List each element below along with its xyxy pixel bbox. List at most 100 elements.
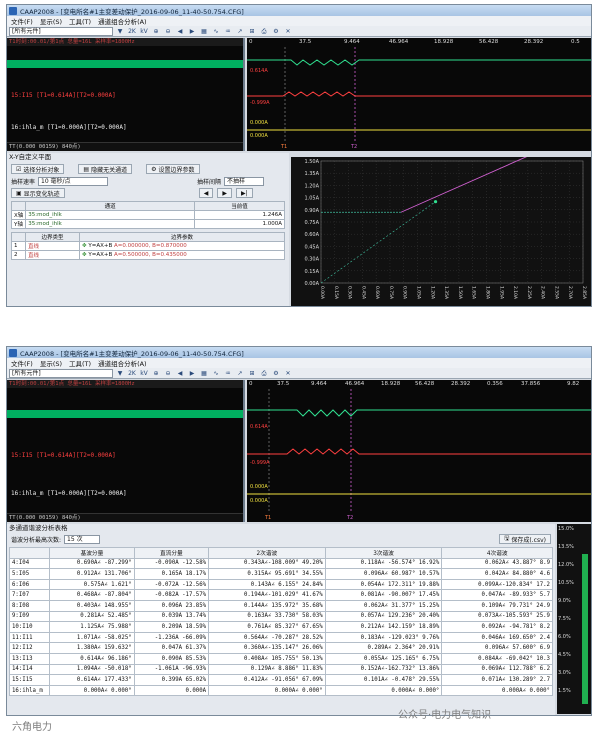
table-row[interactable]: 9:I09 0.281A∠ 52.485° 0.039A 13.74% 0.163A∠… xyxy=(8,610,553,623)
vector-icon[interactable]: ↗ xyxy=(235,27,245,36)
waveform-plot[interactable]: 0 37.5 9.464 46.964 18.928 56.428 28.392… xyxy=(247,380,591,522)
table-row[interactable]: X轴 35:mod_ihlk 1.246A xyxy=(10,210,285,220)
harmonic-cell: -1.061A -96.93% xyxy=(133,663,210,676)
table-row[interactable]: 1 直线 ✥ Y=AX+B A=0.000000, B=0.870000 xyxy=(11,241,285,251)
harmonic-cell: 0.412A∠ -91.056° 67.09% xyxy=(208,674,326,686)
xy-plane-svg: 1.50A 1.35A 1.20A 1.05A 0.90A 0.75A 0.60A 0.45A… xyxy=(304,131,587,300)
channel-label-ihla[interactable]: 16:ihla_m [T1=0.000A][T2=0.000A] xyxy=(11,124,127,131)
grid-icon[interactable]: ▦ xyxy=(199,27,209,36)
table-row[interactable]: 15:I15 0.614A∠ 177.433° 0.399A 65.02% 0.412… xyxy=(8,674,553,686)
harmonic-icon[interactable]: ♒ xyxy=(223,27,233,36)
table-row[interactable]: 2 直线 ✥ Y=AX+B A=0.500000, B=0.435000 xyxy=(11,250,285,260)
zoom-in-icon[interactable]: ⊕ xyxy=(151,369,161,378)
table-row[interactable]: 6:I06 0.575A∠ 1.621° -0.072A -12.56% 0.143A… xyxy=(8,578,553,591)
harmonic-side-svg: 15.0% 13.5% 12.0% 10.5% 9.0% 7.5% 6.0% 4.5% 3.0%… xyxy=(558,526,588,704)
cursor-t1-label[interactable]: T1 xyxy=(281,144,287,150)
vector-icon[interactable]: ↗ xyxy=(235,369,245,378)
select-object-button[interactable]: ☑ 选择分析对象 xyxy=(11,164,65,174)
harmonic-cell: 0.062A∠ 43.887° 8.9 xyxy=(441,557,553,570)
cursor-t1-label[interactable]: T1 xyxy=(265,515,271,521)
arrow-left-icon[interactable]: ◀ xyxy=(175,27,185,36)
table-row[interactable]: 13:I13 0.614A∠ 96.186° 0.090A 85.53% 0.408A… xyxy=(8,652,553,665)
sample-select[interactable]: 不抽样 xyxy=(224,177,265,186)
waveform-plot[interactable]: 0 37.5 9.464 46.964 18.928 56.428 28.392… xyxy=(247,38,591,151)
table-row[interactable]: 5:I05 0.912A∠ 131.706° 0.165A 18.17% 0.315A… xyxy=(8,568,553,580)
table-row[interactable]: 4:I04 0.690A∠ -87.299° -0.090A -12.58% 0.34… xyxy=(8,557,553,570)
harmonic-icon[interactable]: ♒ xyxy=(223,369,233,378)
harmonic-cell: 0.194A∠-101.029° 41.67% xyxy=(208,589,326,601)
channel-name: 35:mod_ihlk xyxy=(25,219,195,229)
toolbar-2k[interactable]: 2K xyxy=(127,27,137,36)
dropdown-arrow-icon[interactable]: ▼ xyxy=(115,369,125,378)
status-cursor: TT(0.000 00159) 840点) xyxy=(7,513,243,522)
harmonic-cell: 0.096A∠ 60.987° 10.57% xyxy=(324,568,443,580)
arrow-right-icon[interactable]: ▶ xyxy=(187,369,197,378)
hide-channels-button[interactable]: ▤ 隐藏无关通道 xyxy=(78,164,133,174)
wave-icon[interactable]: ∿ xyxy=(211,369,221,378)
menu-file[interactable]: 文件(F) xyxy=(11,358,33,368)
save-csv-button[interactable]: 🖫 保存成(.csv) xyxy=(499,534,551,544)
channel-list-panel: T1时刻:00.01/第1点 总量=16L 采样率=1800Hz 15:I15 … xyxy=(7,38,245,151)
toolbar-kv[interactable]: kV xyxy=(139,369,149,378)
channel-label-i15[interactable]: 15:I15 [T1=0.614A][T2=0.000A] xyxy=(11,452,116,459)
grid-icon[interactable]: ▦ xyxy=(199,369,209,378)
menu-channel-analysis[interactable]: 通道组合分析(A) xyxy=(98,358,147,368)
selected-channel-row[interactable] xyxy=(7,60,243,68)
play-button[interactable]: ▶ xyxy=(217,188,232,198)
settings-icon[interactable]: ⚙ xyxy=(271,369,281,378)
table-row[interactable]: 12:I12 1.380A∠ 159.632° 0.047A 61.37% 0.360… xyxy=(8,642,553,654)
print-icon[interactable]: ⎙ xyxy=(259,369,269,378)
harmonic-count-select[interactable]: 15 次 xyxy=(64,534,101,544)
table-row[interactable]: 10:I10 1.125A∠ 75.988° 0.209A 18.59% 0.761A… xyxy=(8,621,553,633)
zoom-out-icon[interactable]: ⊖ xyxy=(163,369,173,378)
play-prev-button[interactable]: ◀ xyxy=(198,188,214,198)
toolbar-2k[interactable]: 2K xyxy=(127,369,137,378)
harmonic-cell: 1.125A∠ 75.988° xyxy=(49,621,135,633)
prev-icon: ◀ xyxy=(203,189,209,197)
wave-icon[interactable]: ∿ xyxy=(211,27,221,36)
play-next-button[interactable]: ▶| xyxy=(235,188,253,198)
table-row[interactable]: Y轴 35:mod_ihlk 1.000A xyxy=(10,219,285,229)
menu-tools[interactable]: 工具(T) xyxy=(69,358,91,368)
boundary-params-button[interactable]: ⚙ 设置边界参数 xyxy=(146,164,200,174)
measure-icon[interactable]: ⊞ xyxy=(247,369,257,378)
dropdown-arrow-icon[interactable]: ▼ xyxy=(115,27,125,36)
menu-tools[interactable]: 工具(T) xyxy=(69,16,91,26)
table-row[interactable]: 7:I07 0.468A∠ -87.804° -0.082A -17.57% 0.19… xyxy=(8,589,553,601)
show-trace-button[interactable]: ▣ 显示变化轨迹 xyxy=(11,188,65,198)
close-icon[interactable]: ✕ xyxy=(283,369,293,378)
xy-plane-chart[interactable]: 1.50A 1.35A 1.20A 1.05A 0.90A 0.75A 0.60A 0.45A… xyxy=(291,131,591,306)
wave-value: 0.000A xyxy=(250,133,268,139)
menu-bar: 文件(F) 显示(S) 工具(T) 通道组合分析(A) xyxy=(7,16,591,26)
menu-display[interactable]: 显示(S) xyxy=(40,358,62,368)
harmonic-cell: 0.912A∠ 131.706° xyxy=(49,568,135,580)
channel-label-i15[interactable]: 15:I15 [T1=0.614A][T2=0.000A] xyxy=(11,92,116,99)
arrow-right-icon[interactable]: ▶ xyxy=(187,27,197,36)
menu-display[interactable]: 显示(S) xyxy=(40,16,62,26)
table-row[interactable]: 11:I11 1.071A∠ -58.025° -1.236A -66.09% 0.5… xyxy=(8,631,553,644)
table-row[interactable]: 16:ihla_m 0.000A∠ 0.000° 0.000A 0.000A∠ 0.0… xyxy=(8,684,553,697)
measure-icon[interactable]: ⊞ xyxy=(247,27,257,36)
harmonic-cell: 0.047A∠ -89.933° 5.7 xyxy=(441,589,553,601)
menu-channel-analysis[interactable]: 通道组合分析(A) xyxy=(98,16,147,26)
close-icon[interactable]: ✕ xyxy=(283,27,293,36)
harmonic-cell: 0.129A∠ 8.886° 11.83% xyxy=(208,663,326,676)
rate-select[interactable]: 10 毫秒/点 xyxy=(38,177,109,186)
arrow-left-icon[interactable]: ◀ xyxy=(175,369,185,378)
menu-file[interactable]: 文件(F) xyxy=(11,16,33,26)
settings-icon[interactable]: ⚙ xyxy=(271,27,281,36)
zoom-in-icon[interactable]: ⊕ xyxy=(151,27,161,36)
channel-combo[interactable]: [所有元件] xyxy=(9,26,113,36)
table-row[interactable]: 8:I08 0.403A∠ 148.955° 0.096A 23.85% 0.144A… xyxy=(8,599,553,612)
selected-channel-row[interactable] xyxy=(7,410,243,418)
channel-label-ihla[interactable]: 16:ihla_m [T1=0.000A][T2=0.000A] xyxy=(11,490,127,497)
x-tick-label: 1.20A xyxy=(429,286,435,300)
harmonic-header: 3次谐波 xyxy=(324,547,443,559)
zoom-out-icon[interactable]: ⊖ xyxy=(163,27,173,36)
print-icon[interactable]: ⎙ xyxy=(259,27,269,36)
table-row[interactable]: 14:I14 1.094A∠ -50.018° -1.061A -96.93% 0.1… xyxy=(8,663,553,676)
cursor-t2-label[interactable]: T2 xyxy=(347,515,353,521)
toolbar-kv[interactable]: kV xyxy=(139,27,149,36)
cursor-t2-label[interactable]: T2 xyxy=(351,144,357,150)
channel-combo[interactable]: [所有元件] xyxy=(9,368,113,378)
